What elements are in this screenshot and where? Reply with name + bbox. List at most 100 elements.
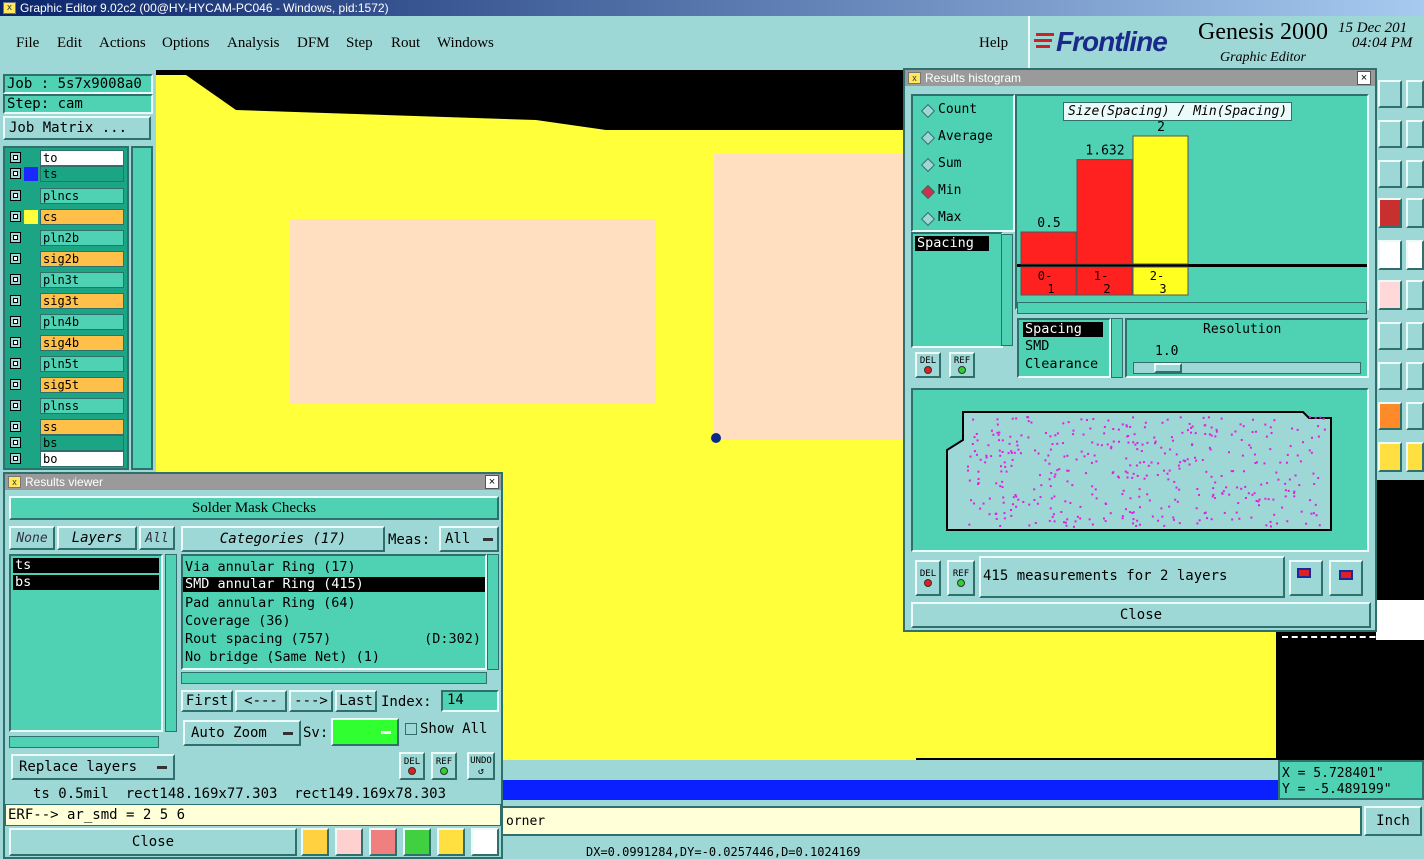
layer-row[interactable]: ss [8, 419, 124, 435]
tool-e-icon[interactable] [437, 828, 465, 856]
layer-row[interactable]: to [8, 150, 124, 166]
menu-edit[interactable]: Edit [57, 35, 82, 52]
menu-rout[interactable]: Rout [391, 35, 420, 52]
first-button[interactable]: First [181, 690, 233, 712]
tool-icon-1[interactable] [1378, 80, 1402, 108]
list-item[interactable]: SMD [1023, 337, 1105, 355]
tool-icon-13[interactable] [1378, 322, 1402, 350]
menu-step[interactable]: Step [346, 35, 373, 52]
layer-checkbox[interactable] [10, 337, 21, 348]
tool-icon-3[interactable] [1378, 120, 1402, 148]
layer-row[interactable]: bo [8, 451, 124, 467]
layer-row[interactable]: plncs [8, 188, 124, 204]
bar-1-2[interactable] [1076, 159, 1133, 265]
category-item[interactable]: SMD annular Ring (415) [183, 577, 485, 592]
next-button[interactable]: ---> [289, 690, 333, 712]
list-item[interactable]: Spacing [1023, 322, 1103, 337]
tool-icon-18[interactable] [1406, 402, 1424, 430]
layer-checkbox[interactable] [10, 358, 21, 369]
layer-row[interactable]: pln5t [8, 356, 124, 372]
del-button[interactable]: DEL [399, 752, 425, 780]
layers-list[interactable]: ts bs [9, 554, 163, 732]
layer-checkbox[interactable] [10, 400, 21, 411]
sv-color-dropdown[interactable] [331, 718, 399, 746]
layer-row[interactable]: cs [8, 209, 124, 225]
categories-button[interactable]: Categories (17) [181, 526, 385, 552]
chart-icon[interactable] [471, 828, 499, 856]
menu-file[interactable]: File [16, 35, 39, 52]
categories-list[interactable]: Via annular Ring (17) SMD annular Ring (4… [181, 554, 487, 670]
job-matrix-button[interactable]: Job Matrix ... [3, 116, 151, 140]
layer-checkbox[interactable] [10, 421, 21, 432]
tool-a-icon[interactable] [301, 828, 329, 856]
close-icon[interactable]: × [1357, 71, 1371, 85]
last-button[interactable]: Last [335, 690, 377, 712]
none-button[interactable]: None [9, 526, 55, 550]
preview-ref-button[interactable]: REF [947, 560, 975, 596]
left-measure-list[interactable]: Spacing [911, 232, 1003, 348]
category-item[interactable]: No bridge (Same Net) (1) [183, 648, 485, 666]
layer-row[interactable]: sig4b [8, 335, 124, 351]
show-all-checkbox[interactable] [405, 723, 417, 735]
tool-icon-2[interactable] [1406, 80, 1424, 108]
results-close-button[interactable]: Close [9, 828, 297, 856]
layer-item[interactable]: ts [13, 558, 159, 573]
ref-button[interactable]: REF [431, 752, 457, 780]
all-button[interactable]: All [139, 526, 175, 550]
close-icon[interactable]: × [485, 475, 499, 489]
layers-hscroll[interactable] [9, 736, 159, 748]
categories-vscroll[interactable] [487, 554, 499, 670]
menu-dfm[interactable]: DFM [297, 35, 330, 52]
line-icon[interactable] [1406, 280, 1424, 310]
layer-row[interactable]: pln4b [8, 314, 124, 330]
tool-icon-8[interactable] [1406, 198, 1424, 228]
layer-item[interactable]: bs [13, 575, 159, 590]
layers-button[interactable]: Layers [57, 526, 137, 550]
layer-checkbox[interactable] [10, 190, 21, 201]
layer-checkbox[interactable] [10, 211, 21, 222]
pen-icon[interactable] [1378, 280, 1402, 310]
auto-zoom-dropdown[interactable]: Auto Zoom [183, 720, 301, 746]
layer-checkbox[interactable] [10, 253, 21, 264]
menu-windows[interactable]: Windows [437, 35, 494, 52]
bar-0-1[interactable] [1020, 231, 1077, 265]
zoom-home-icon[interactable] [1289, 560, 1323, 596]
layer-checkbox[interactable] [10, 379, 21, 390]
units-button[interactable]: Inch [1364, 806, 1422, 836]
layer-row[interactable]: sig3t [8, 293, 124, 309]
layer-row[interactable]: ts [8, 166, 124, 182]
menu-options[interactable]: Options [162, 35, 210, 52]
hist-ref-button[interactable]: REF [949, 352, 975, 378]
right-list-scroll[interactable] [1111, 318, 1123, 378]
step-icon[interactable] [1406, 442, 1424, 472]
histogram-close-button[interactable]: Close [911, 602, 1371, 628]
right-measure-list[interactable]: Spacing SMD Clearance [1017, 318, 1111, 378]
tool-d-icon[interactable] [403, 828, 431, 856]
layer-row[interactable]: sig2b [8, 251, 124, 267]
category-item[interactable]: Coverage (36) [183, 612, 485, 630]
layer-row[interactable]: pln2b [8, 230, 124, 246]
tool-icon-15[interactable] [1378, 362, 1402, 390]
arrow-icon[interactable] [1378, 442, 1402, 472]
meas-dropdown[interactable]: All [439, 526, 499, 552]
layer-checkbox[interactable] [10, 295, 21, 306]
tool-icon-5[interactable] [1378, 160, 1402, 188]
tool-icon-16[interactable] [1406, 362, 1424, 390]
layer-checkbox[interactable] [10, 437, 21, 448]
board-preview[interactable] [911, 388, 1369, 552]
undo-button[interactable]: UNDO ↺ [467, 752, 495, 780]
bar-2-3[interactable] [1132, 135, 1189, 265]
menu-actions[interactable]: Actions [99, 35, 146, 52]
layer-row[interactable]: pln3t [8, 272, 124, 288]
circle-icon[interactable] [1406, 240, 1424, 270]
category-item[interactable]: Via annular Ring (17) [183, 558, 485, 576]
category-item[interactable]: Pad annular Ring (64) [183, 594, 485, 612]
prev-button[interactable]: <--- [235, 690, 287, 712]
list-item[interactable]: Spacing [915, 236, 989, 251]
slider-thumb[interactable] [1154, 363, 1182, 373]
triangle-icon[interactable] [1378, 402, 1402, 430]
menu-analysis[interactable]: Analysis [227, 35, 280, 52]
index-input[interactable]: 14 [441, 690, 499, 712]
layer-row[interactable]: sig5t [8, 377, 124, 393]
replace-layers-dropdown[interactable]: Replace layers [11, 754, 175, 780]
